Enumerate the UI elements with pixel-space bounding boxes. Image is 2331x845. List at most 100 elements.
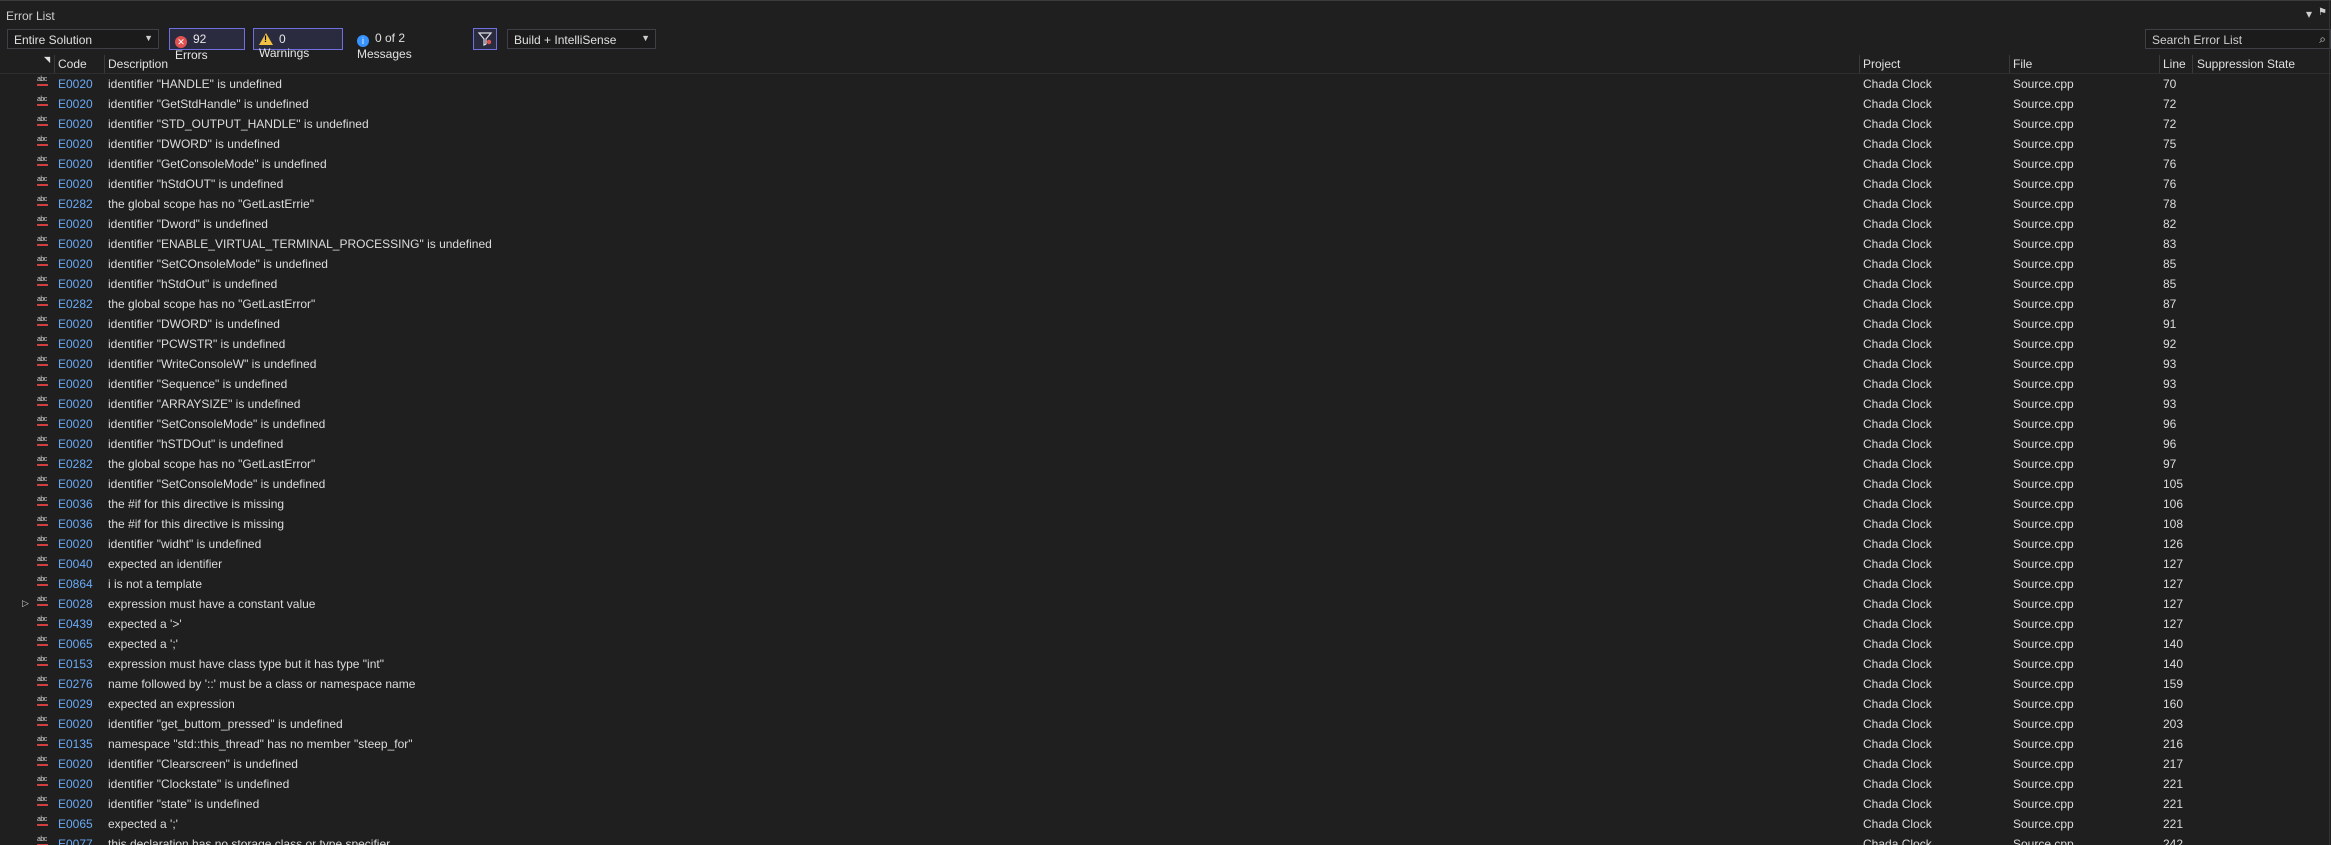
code-cell[interactable]: E0036 — [58, 497, 93, 511]
pin-icon[interactable]: ⚑ — [2318, 7, 2327, 18]
code-cell[interactable]: E0065 — [58, 817, 93, 831]
table-row[interactable]: abc E0135 namespace "std::this_thread" has… — [0, 734, 2331, 754]
code-cell[interactable]: E0020 — [58, 357, 93, 371]
code-cell[interactable]: E0020 — [58, 437, 93, 451]
code-cell[interactable]: E0020 — [58, 257, 93, 271]
expand-row-icon[interactable]: ▷ — [22, 598, 29, 609]
column-divider[interactable] — [1859, 55, 1860, 73]
table-row[interactable]: abc E0040 expected an identifier Chada Cloc… — [0, 554, 2331, 574]
window-position-dropdown-icon[interactable]: ▾ — [2306, 7, 2312, 21]
build-intellisense-dropdown[interactable]: Build + IntelliSense ▼ — [507, 29, 656, 49]
table-row[interactable]: abc E0020 identifier "Clearscreen" is unde… — [0, 754, 2331, 774]
table-row[interactable]: abc E0020 identifier "STD_OUTPUT_HANDLE" i… — [0, 114, 2331, 134]
table-row[interactable]: abc E0020 identifier "ENABLE_VIRTUAL_TERMI… — [0, 234, 2331, 254]
table-row[interactable]: abc E0020 identifier "SetConsoleMode" is u… — [0, 474, 2331, 494]
table-row[interactable]: abc E0282 the global scope has no "GetLast… — [0, 194, 2331, 214]
table-row[interactable]: abc E0282 the global scope has no "GetLast… — [0, 294, 2331, 314]
code-cell[interactable]: E0029 — [58, 697, 93, 711]
code-cell[interactable]: E0020 — [58, 777, 93, 791]
column-divider[interactable] — [54, 55, 55, 73]
table-row[interactable]: abc E0020 identifier "WriteConsoleW" is un… — [0, 354, 2331, 374]
table-row[interactable]: abc E0020 identifier "PCWSTR" is undefined… — [0, 334, 2331, 354]
column-header-description[interactable]: Description — [108, 57, 168, 71]
code-cell[interactable]: E0439 — [58, 617, 93, 631]
code-cell[interactable]: E0135 — [58, 737, 93, 751]
table-row[interactable]: abc E0077 this declaration has no storage … — [0, 834, 2331, 845]
table-row[interactable]: abc E0153 expression must have class type … — [0, 654, 2331, 674]
code-cell[interactable]: E0020 — [58, 157, 93, 171]
code-cell[interactable]: E0020 — [58, 237, 93, 251]
table-row[interactable]: abc E0020 identifier "hStdOut" is undefine… — [0, 274, 2331, 294]
code-cell[interactable]: E0153 — [58, 657, 93, 671]
column-divider[interactable] — [2192, 55, 2193, 73]
column-header-suppression-state[interactable]: Suppression State — [2197, 57, 2295, 71]
code-cell[interactable]: E0028 — [58, 597, 93, 611]
table-row[interactable]: abc E0036 the #if for this directive is mi… — [0, 494, 2331, 514]
code-cell[interactable]: E0020 — [58, 377, 93, 391]
table-row[interactable]: abc E0276 name followed by '::' must be a … — [0, 674, 2331, 694]
warnings-filter-button[interactable]: ! 0 Warnings — [253, 28, 343, 60]
table-row[interactable]: abc E0020 identifier "state" is undefined C… — [0, 794, 2331, 814]
column-header-line[interactable]: Line — [2163, 57, 2186, 71]
table-row[interactable]: abc E0439 expected a '>' Chada Clock Source.… — [0, 614, 2331, 634]
code-cell[interactable]: E0282 — [58, 457, 93, 471]
table-row[interactable]: abc E0036 the #if for this directive is mi… — [0, 514, 2331, 534]
code-cell[interactable]: E0020 — [58, 217, 93, 231]
code-cell[interactable]: E0020 — [58, 397, 93, 411]
table-row[interactable]: abc E0020 identifier "DWORD" is undefined C… — [0, 314, 2331, 334]
code-cell[interactable]: E0020 — [58, 137, 93, 151]
code-cell[interactable]: E0282 — [58, 297, 93, 311]
code-cell[interactable]: E0020 — [58, 537, 93, 551]
code-cell[interactable]: E0040 — [58, 557, 93, 571]
table-row[interactable]: abc E0065 expected a ';' Chada Clock Source.… — [0, 634, 2331, 654]
code-cell[interactable]: E0077 — [58, 837, 93, 845]
code-cell[interactable]: E0020 — [58, 797, 93, 811]
table-row[interactable]: abc E0864 i is not a template Chada Clock So… — [0, 574, 2331, 594]
code-cell[interactable]: E0864 — [58, 577, 93, 591]
errors-filter-button[interactable]: ✕ 92 Errors — [169, 28, 245, 62]
code-cell[interactable]: E0020 — [58, 117, 93, 131]
table-row[interactable]: abc E0020 identifier "Sequence" is undefin… — [0, 374, 2331, 394]
code-cell[interactable]: E0020 — [58, 97, 93, 111]
table-row[interactable]: abc E0020 identifier "ARRAYSIZE" is undefi… — [0, 394, 2331, 414]
table-row[interactable]: abc E0020 identifier "hSTDOut" is undefine… — [0, 434, 2331, 454]
search-error-list-input[interactable]: Search Error List ⌕ — [2145, 29, 2331, 49]
code-cell[interactable]: E0020 — [58, 477, 93, 491]
column-divider[interactable] — [104, 55, 105, 73]
code-cell[interactable]: E0065 — [58, 637, 93, 651]
table-row[interactable]: abc E0020 identifier "Dword" is undefined C… — [0, 214, 2331, 234]
code-cell[interactable]: E0020 — [58, 77, 93, 91]
scope-dropdown[interactable]: Entire Solution ▼ — [7, 29, 159, 49]
filter-funnel-button[interactable] — [473, 28, 497, 50]
column-header-code[interactable]: Code — [58, 57, 87, 71]
table-row[interactable]: ▷ abc E0028 expression must have a constant… — [0, 594, 2331, 614]
code-cell[interactable]: E0020 — [58, 717, 93, 731]
column-header-project[interactable]: Project — [1863, 57, 1900, 71]
code-cell[interactable]: E0276 — [58, 677, 93, 691]
table-row[interactable]: abc E0020 identifier "SetCOnsoleMode" is u… — [0, 254, 2331, 274]
code-cell[interactable]: E0020 — [58, 277, 93, 291]
code-cell[interactable]: E0282 — [58, 197, 93, 211]
table-row[interactable]: abc E0020 identifier "DWORD" is undefined C… — [0, 134, 2331, 154]
table-row[interactable]: abc E0020 identifier "hStdOUT" is undefine… — [0, 174, 2331, 194]
table-row[interactable]: abc E0020 identifier "SetConsoleMode" is u… — [0, 414, 2331, 434]
column-divider[interactable] — [2009, 55, 2010, 73]
code-cell[interactable]: E0020 — [58, 177, 93, 191]
code-cell[interactable]: E0020 — [58, 337, 93, 351]
column-header-file[interactable]: File — [2013, 57, 2032, 71]
code-cell[interactable]: E0020 — [58, 417, 93, 431]
code-cell[interactable]: E0020 — [58, 317, 93, 331]
table-row[interactable]: abc E0282 the global scope has no "GetLast… — [0, 454, 2331, 474]
table-row[interactable]: abc E0065 expected a ';' Chada Clock Source.… — [0, 814, 2331, 834]
column-divider[interactable] — [2159, 55, 2160, 73]
code-cell[interactable]: E0036 — [58, 517, 93, 531]
messages-filter-button[interactable]: i0 of 2 Messages — [352, 28, 462, 61]
table-row[interactable]: abc E0020 identifier "get_buttom_pressed" … — [0, 714, 2331, 734]
table-row[interactable]: abc E0020 identifier "HANDLE" is undefined… — [0, 74, 2331, 94]
table-row[interactable]: abc E0020 identifier "GetStdHandle" is und… — [0, 94, 2331, 114]
code-cell[interactable]: E0020 — [58, 757, 93, 771]
table-row[interactable]: abc E0020 identifier "widht" is undefined C… — [0, 534, 2331, 554]
table-row[interactable]: abc E0029 expected an expression Chada Cloc… — [0, 694, 2331, 714]
table-row[interactable]: abc E0020 identifier "Clockstate" is undef… — [0, 774, 2331, 794]
table-row[interactable]: abc E0020 identifier "GetConsoleMode" is u… — [0, 154, 2331, 174]
